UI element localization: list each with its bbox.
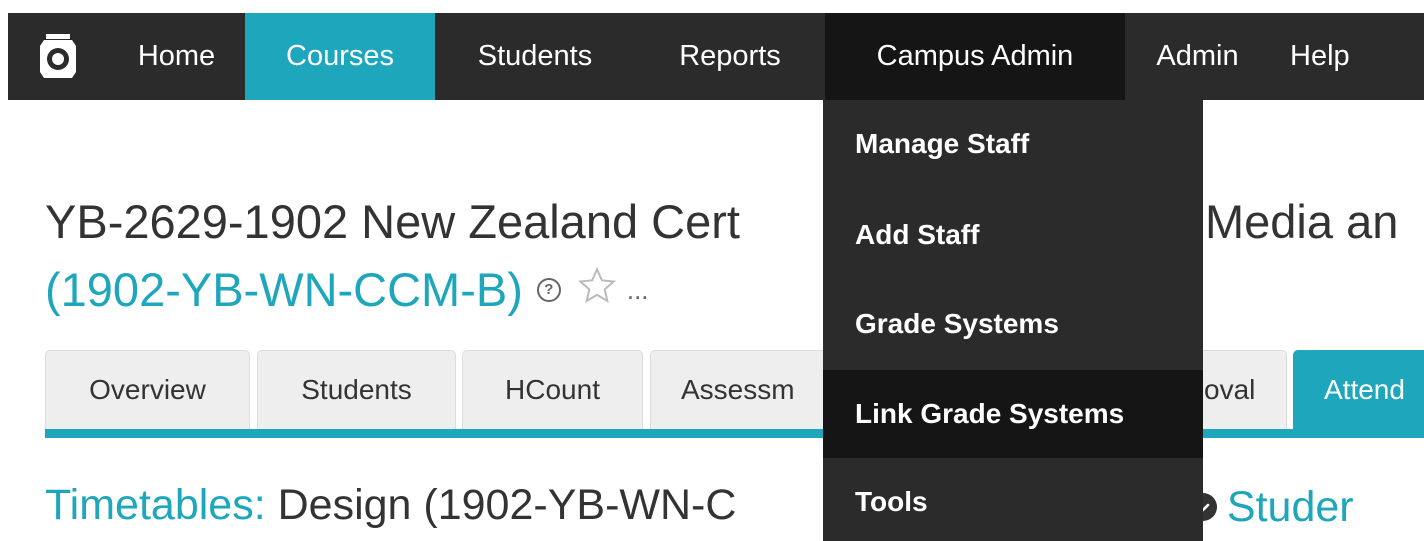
course-title-text: YB-2629-1902 New Zealand Cert <box>45 195 740 248</box>
nav-home[interactable]: Home <box>108 13 245 100</box>
course-code: (1902-YB-WN-CCM-B) <box>45 263 523 316</box>
nav-reports[interactable]: Reports <box>635 13 825 100</box>
tab-students[interactable]: Students <box>257 350 456 429</box>
favorite-star-icon[interactable] <box>577 256 617 324</box>
top-navbar: Home Courses Students Reports Campus Adm… <box>8 13 1424 100</box>
course-tabs: Overview Students HCount Assessm oval At… <box>45 350 1424 438</box>
campus-admin-dropdown: Manage Staff Add Staff Grade Systems Lin… <box>823 100 1203 541</box>
menu-item-add-staff[interactable]: Add Staff <box>823 191 1203 279</box>
nav-help[interactable]: Help <box>1270 13 1370 100</box>
course-title-tail: Media an <box>1205 195 1399 248</box>
camera-logo-icon <box>40 33 76 78</box>
tab-attendance[interactable]: Attend <box>1293 350 1424 429</box>
help-icon[interactable]: ? <box>536 278 561 302</box>
nav-courses[interactable]: Courses <box>245 13 435 100</box>
timetables-label: Timetables: <box>45 481 266 529</box>
students-link[interactable]: Studer <box>1227 477 1354 537</box>
more-options[interactable]: ... <box>627 256 649 324</box>
menu-item-link-grade-systems[interactable]: Link Grade Systems <box>823 370 1203 458</box>
nav-campus-admin[interactable]: Campus Admin <box>825 13 1125 100</box>
tab-hcount[interactable]: HCount <box>462 350 643 429</box>
nav-admin[interactable]: Admin <box>1125 13 1270 100</box>
menu-item-grade-systems[interactable]: Grade Systems <box>823 280 1203 368</box>
page-title: YB-2629-1902 New Zealand Cert Media an (… <box>45 188 1424 324</box>
timetables-value: Design (1902-YB-WN-C <box>277 481 737 529</box>
menu-item-manage-staff[interactable]: Manage Staff <box>823 100 1203 188</box>
app-logo[interactable] <box>8 13 108 100</box>
tab-overview[interactable]: Overview <box>45 350 250 429</box>
menu-item-tools[interactable]: Tools <box>823 458 1203 541</box>
nav-students[interactable]: Students <box>435 13 635 100</box>
